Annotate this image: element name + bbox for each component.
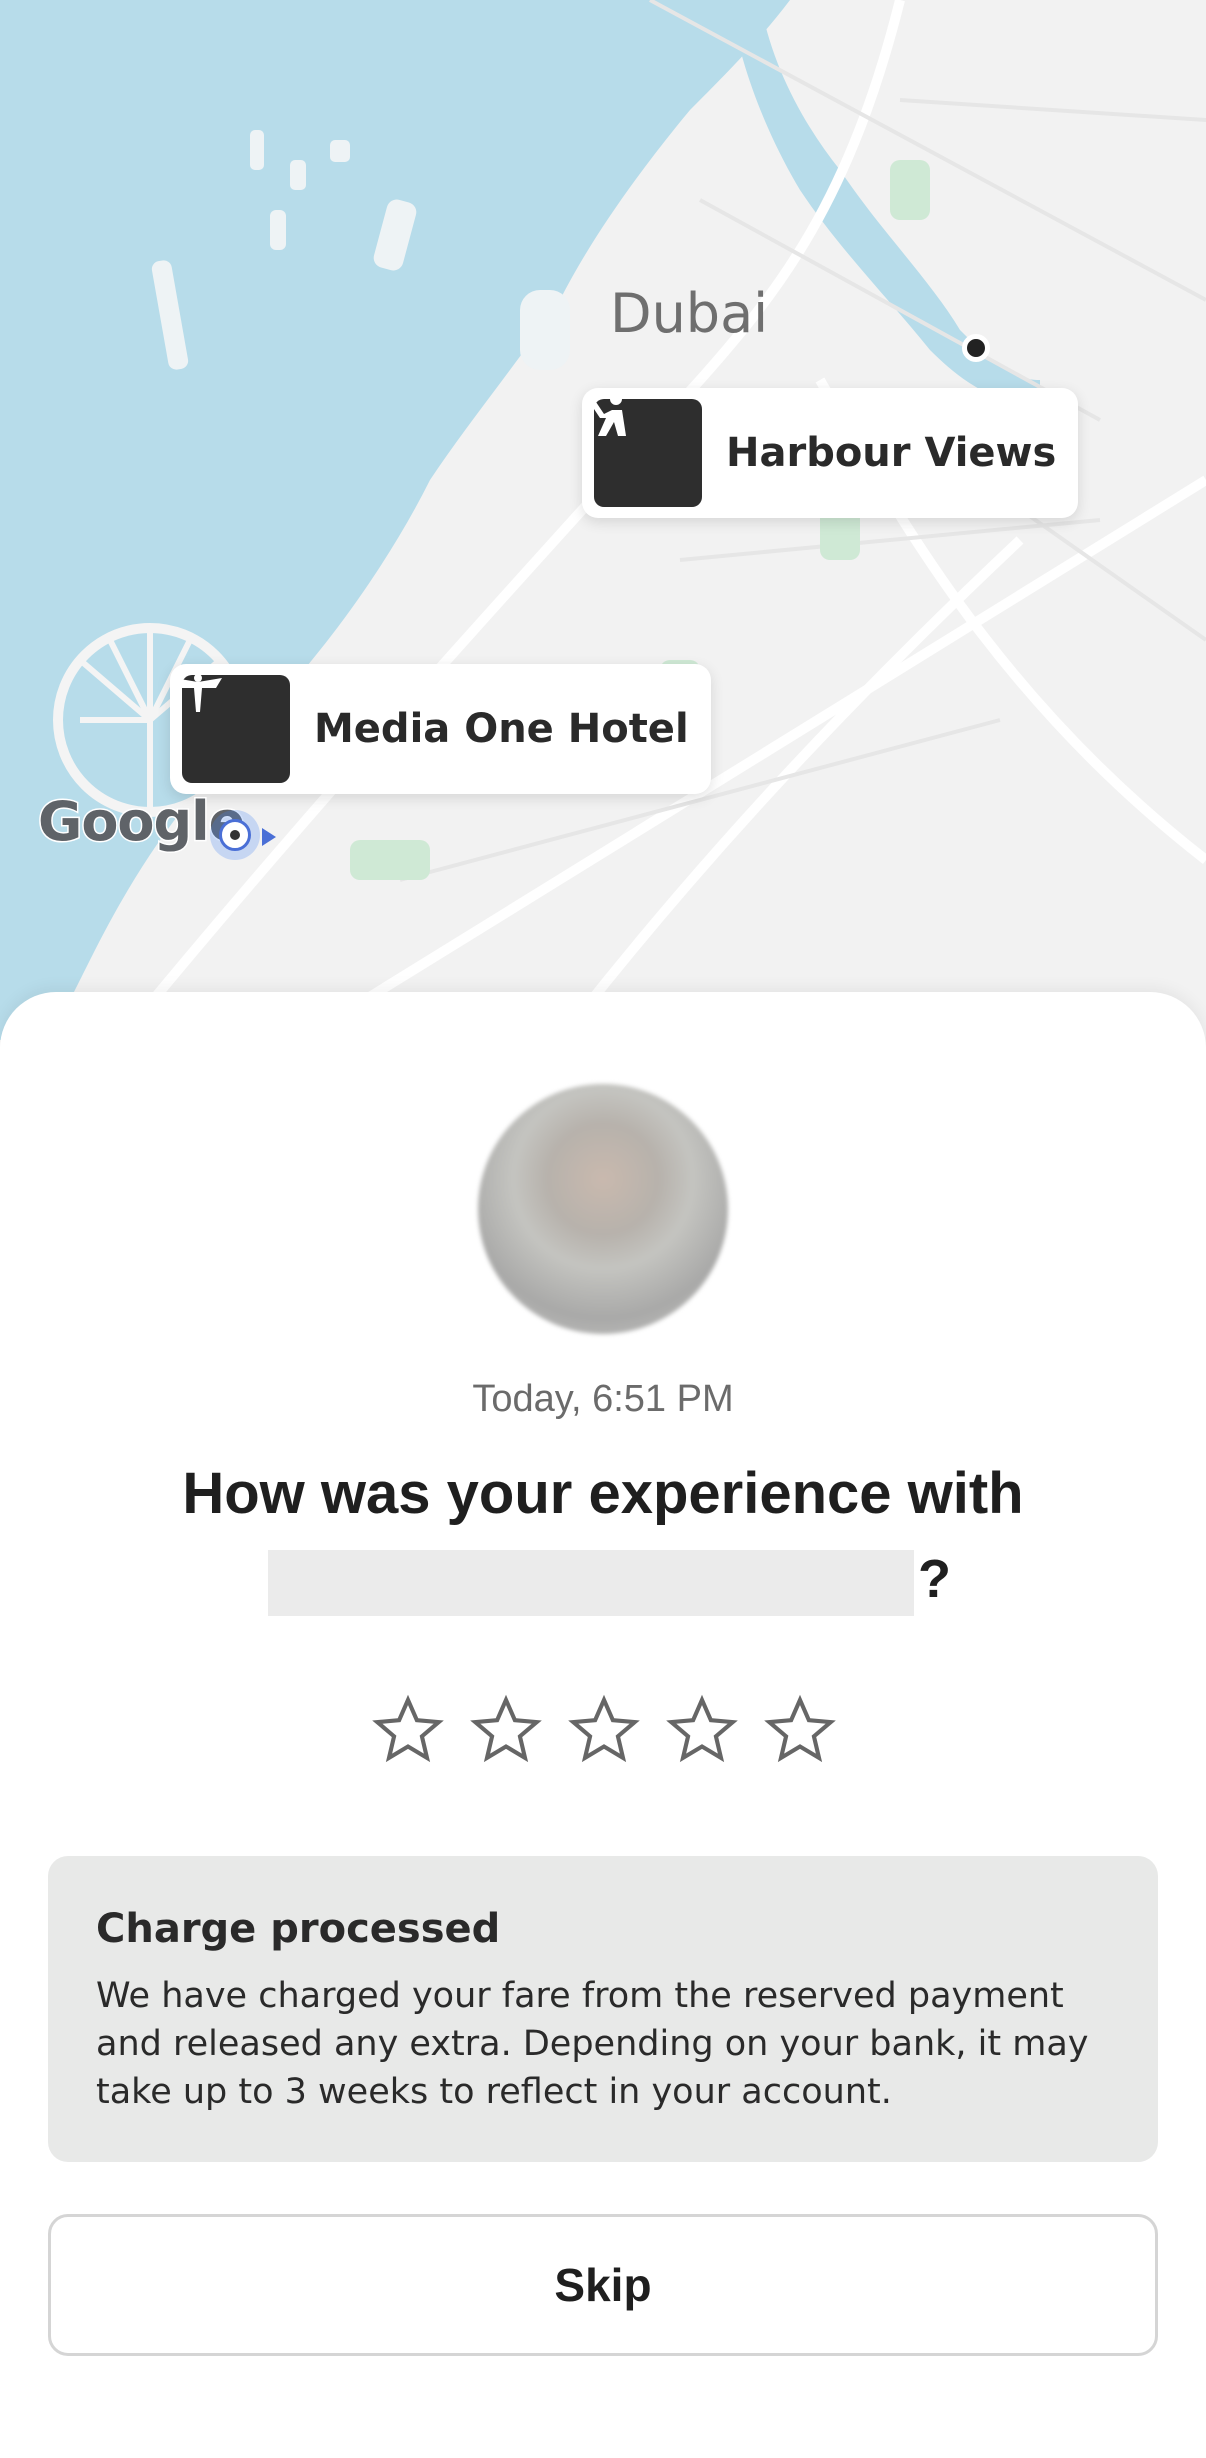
notice-body: We have charged your fare from the reser… xyxy=(96,1976,1089,2112)
marker-harbour-views[interactable]: Harbour Views xyxy=(582,388,1079,518)
skip-button[interactable]: Skip xyxy=(48,2214,1158,2356)
rating-sheet: Today, 6:51 PM How was your experience w… xyxy=(0,992,1206,2458)
star-outline-icon[interactable] xyxy=(566,1692,642,1768)
rating-question: How was your experience with xyxy=(182,1461,1024,1526)
bird-statue-icon xyxy=(174,674,290,783)
driver-name-redacted xyxy=(268,1550,914,1616)
star-rating[interactable] xyxy=(370,1692,838,1768)
marker-label: Harbour Views xyxy=(726,430,1057,476)
city-label: Dubai xyxy=(610,282,769,345)
map-view[interactable]: Dubai Harbour Views Media One Hotel Goog… xyxy=(0,0,1206,1040)
notice-title: Charge processed xyxy=(96,1906,501,1952)
trip-timestamp: Today, 6:51 PM xyxy=(472,1378,734,1420)
marker-media-one-hotel[interactable]: Media One Hotel xyxy=(170,664,711,794)
location-dot xyxy=(962,334,990,362)
marker-label: Media One Hotel xyxy=(314,706,689,752)
heading-arrow-icon xyxy=(262,828,276,846)
star-outline-icon[interactable] xyxy=(664,1692,740,1768)
person-waving-icon xyxy=(588,393,702,507)
driver-avatar xyxy=(478,1084,728,1334)
charge-notice: Charge processed We have charged your fa… xyxy=(48,1856,1158,2162)
current-location-icon xyxy=(210,810,260,860)
star-outline-icon[interactable] xyxy=(370,1692,446,1768)
star-outline-icon[interactable] xyxy=(762,1692,838,1768)
question-mark: ? xyxy=(918,1549,951,1609)
star-outline-icon[interactable] xyxy=(468,1692,544,1768)
map-canvas[interactable] xyxy=(0,0,1206,1040)
